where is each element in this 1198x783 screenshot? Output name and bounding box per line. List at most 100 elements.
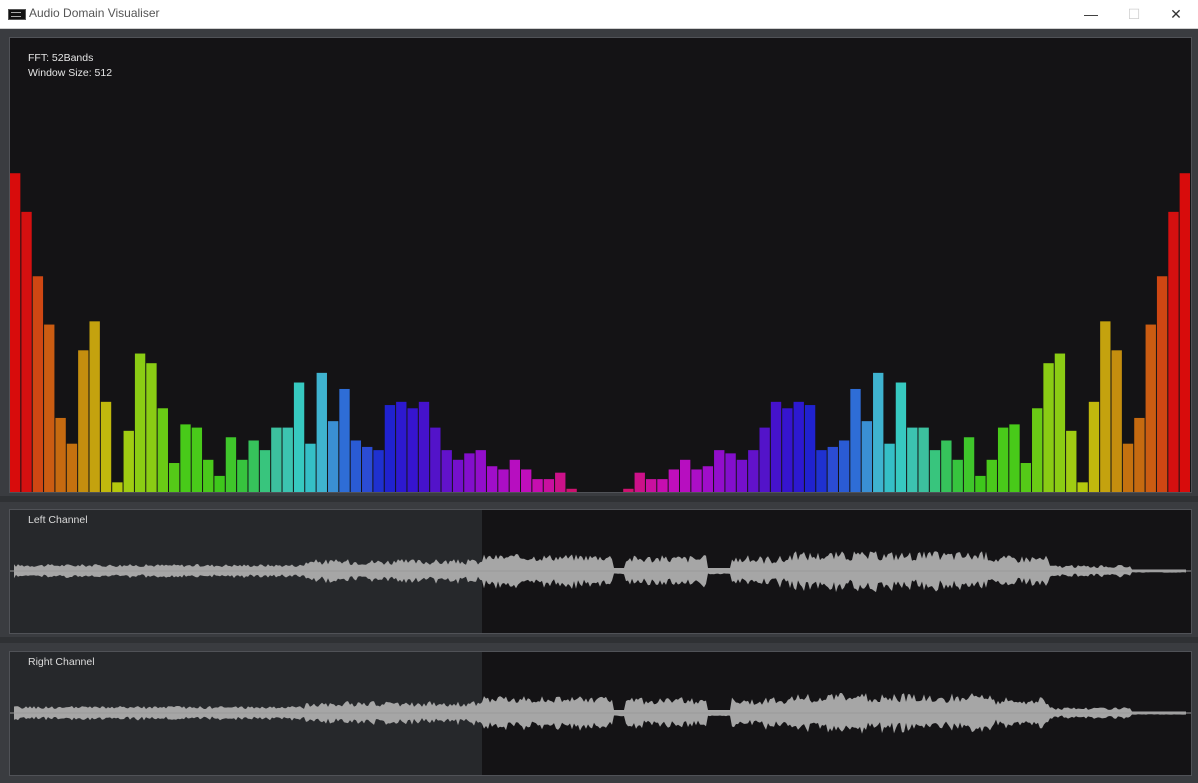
spectrum-bar — [112, 482, 123, 492]
spectrum-bar — [452, 459, 464, 492]
spectrum-bar — [10, 173, 21, 492]
spectrum-bar — [884, 443, 895, 492]
spectrum-info: FFT: 52Bands Window Size: 512 — [28, 51, 112, 81]
right-waveform[interactable] — [10, 652, 1191, 775]
spectrum-bar — [555, 472, 566, 492]
spectrum-bar — [44, 324, 55, 492]
spectrum-bar — [725, 453, 736, 492]
minimize-button[interactable]: — — [1069, 0, 1113, 28]
left-channel-label: Left Channel — [28, 514, 88, 526]
spectrum-bar — [1077, 482, 1088, 492]
app-icon — [8, 9, 26, 20]
spectrum-bar — [895, 382, 907, 492]
spectrum-bar — [861, 421, 873, 492]
spectrum-bar — [975, 475, 986, 492]
title-bar: Audio Domain Visualiser — ☐ ✕ — [0, 0, 1198, 29]
spectrum-bar — [180, 424, 191, 492]
panel-divider — [0, 637, 1198, 643]
close-button[interactable]: ✕ — [1154, 0, 1198, 28]
spectrum-bar — [963, 437, 975, 492]
panel-divider — [0, 496, 1198, 502]
spectrum-bar — [486, 466, 498, 492]
spectrum-bar — [736, 459, 748, 492]
spectrum-bar — [339, 388, 350, 492]
waveform-shape — [14, 551, 1186, 593]
spectrum-bar — [1122, 443, 1134, 492]
spectrum-bar — [770, 401, 782, 492]
spectrum-bar — [396, 401, 407, 492]
spectrum-bar — [362, 446, 373, 492]
spectrum-panel: FFT: 52Bands Window Size: 512 — [9, 37, 1192, 493]
spectrum-bar — [55, 417, 66, 492]
spectrum-bar — [1020, 463, 1032, 492]
spectrum-bar — [327, 421, 339, 492]
spectrum-bar — [21, 211, 32, 492]
spectrum-bar — [430, 427, 441, 492]
spectrum-bar — [271, 427, 282, 492]
spectrum-bar — [305, 443, 316, 492]
spectrum-bar — [623, 488, 634, 492]
spectrum-bar — [702, 466, 714, 492]
spectrum-bar — [850, 388, 861, 492]
spectrum-bar — [748, 450, 759, 492]
spectrum-bar — [668, 469, 679, 492]
spectrum-bar — [1043, 363, 1054, 492]
spectrum-bar — [1066, 430, 1077, 492]
spectrum-bar — [89, 321, 100, 492]
spectrum-bar — [838, 440, 850, 492]
spectrum-bar — [816, 450, 827, 492]
spectrum-bar — [918, 427, 929, 492]
spectrum-bar — [793, 401, 804, 492]
spectrum-bar — [804, 405, 816, 492]
left-waveform[interactable] — [10, 510, 1191, 633]
right-channel-panel[interactable]: Right Channel — [9, 651, 1192, 776]
spectrum-bar — [248, 440, 259, 492]
spectrum-bar — [464, 453, 475, 492]
spectrum-bar — [441, 450, 452, 492]
spectrum-bar — [986, 459, 997, 492]
fft-bands-label: FFT: 52Bands — [28, 52, 94, 64]
spectrum-bar — [66, 443, 78, 492]
right-channel-label: Right Channel — [28, 656, 95, 668]
spectrum-bar — [191, 427, 203, 492]
window-title: Audio Domain Visualiser — [29, 6, 160, 20]
spectrum-bar — [237, 459, 248, 492]
window-size-label: Window Size: 512 — [28, 67, 113, 79]
spectrum-bar — [1179, 173, 1190, 492]
spectrum-bar — [316, 372, 327, 492]
spectrum-bar — [475, 450, 486, 492]
spectrum-bar — [418, 401, 430, 492]
spectrum-bar — [1009, 424, 1020, 492]
spectrum-bar — [1111, 350, 1122, 492]
spectrum-bar — [532, 479, 543, 492]
spectrum-bar — [100, 401, 112, 492]
spectrum-bar — [691, 469, 702, 492]
left-channel-panel[interactable]: Left Channel — [9, 509, 1192, 634]
spectrum-bar — [907, 427, 918, 492]
spectrum-bar — [997, 427, 1009, 492]
spectrum-bar — [873, 372, 884, 492]
spectrum-bar — [543, 479, 555, 492]
spectrum-bar — [521, 469, 532, 492]
spectrum-bar — [293, 382, 305, 492]
spectrum-bar — [168, 463, 180, 492]
spectrum-bar — [952, 459, 963, 492]
spectrum-bar — [373, 450, 384, 492]
spectrum-bar — [679, 459, 691, 492]
spectrum-bar — [1156, 276, 1168, 492]
spectrum-bar — [498, 469, 509, 492]
spectrum-bar — [78, 350, 89, 492]
spectrum-bar — [282, 427, 293, 492]
spectrum-bar — [1100, 321, 1111, 492]
spectrum-bar — [941, 440, 952, 492]
spectrum-bar — [203, 459, 214, 492]
spectrum-bar — [157, 408, 168, 492]
maximize-button[interactable]: ☐ — [1112, 0, 1156, 28]
spectrum-bars — [10, 173, 1190, 492]
spectrum-bar — [1134, 417, 1145, 492]
spectrum-bar — [1088, 401, 1100, 492]
spectrum-bar — [657, 479, 668, 492]
spectrum-bar — [1145, 324, 1156, 492]
spectrum-bar — [634, 472, 645, 492]
spectrum-bar — [1032, 408, 1043, 492]
